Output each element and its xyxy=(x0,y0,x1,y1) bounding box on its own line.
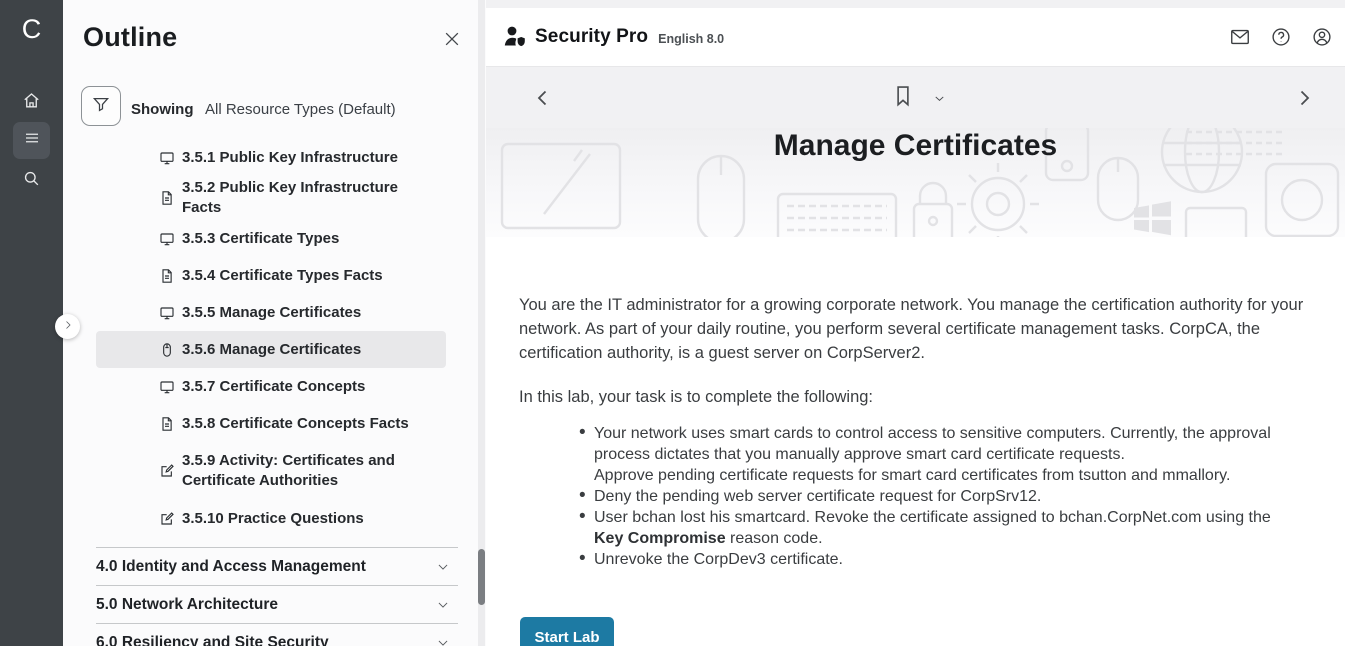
section-4-0[interactable]: 4.0 Identity and Access Management xyxy=(96,547,458,585)
mouse-icon xyxy=(159,342,175,358)
start-lab-button[interactable]: Start Lab xyxy=(520,617,614,646)
section-5-0[interactable]: 5.0 Network Architecture xyxy=(96,585,458,623)
search-button[interactable] xyxy=(13,162,50,199)
main-panel: Security Pro English 8.0 xyxy=(486,0,1345,646)
chevron-down-icon xyxy=(436,560,450,574)
bookmark-menu-button[interactable] xyxy=(932,91,947,111)
outline-item-label: 3.5.4 Certificate Types Facts xyxy=(182,266,383,286)
outline-item-label: 3.5.2 Public Key Infrastructure Facts xyxy=(182,178,438,218)
filter-showing-label: Showing xyxy=(131,101,194,118)
search-icon xyxy=(22,169,41,193)
help-icon[interactable] xyxy=(1270,26,1292,48)
chevron-right-icon xyxy=(62,318,74,336)
document-icon xyxy=(159,190,175,206)
mail-icon[interactable] xyxy=(1229,26,1251,48)
outline-item-3-5-4[interactable]: 3.5.4 Certificate Types Facts xyxy=(96,257,446,294)
brand-c-logo: C xyxy=(0,14,63,45)
task-text: Unrevoke the CorpDev3 certificate. xyxy=(594,551,843,568)
app-screen: C Outline Showin xyxy=(0,0,1345,646)
outline-item-3-5-9[interactable]: 3.5.9 Activity: Certificates and Certifi… xyxy=(96,442,446,500)
task-item: User bchan lost his smartcard. Revoke th… xyxy=(519,507,1289,549)
task-item: Unrevoke the CorpDev3 certificate. xyxy=(519,549,1289,570)
product-title: Security Pro xyxy=(535,26,648,48)
course-header: Security Pro English 8.0 xyxy=(486,8,1345,66)
home-icon xyxy=(22,91,41,115)
outline-panel: Outline Showing All Resource Types (Defa… xyxy=(63,0,486,646)
person-shield-icon xyxy=(502,24,528,50)
outline-menu-button[interactable] xyxy=(13,122,50,159)
outline-item-label: 3.5.8 Certificate Concepts Facts xyxy=(182,414,409,434)
task-text: Approve pending certificate requests for… xyxy=(594,467,1230,484)
filter-button[interactable] xyxy=(81,86,121,126)
bookmark-button[interactable] xyxy=(890,83,916,114)
left-rail: C xyxy=(0,0,63,646)
task-text: User bchan lost his smartcard. Revoke th… xyxy=(594,509,1271,526)
close-icon xyxy=(442,29,462,54)
outline-item-3-5-5[interactable]: 3.5.5 Manage Certificates xyxy=(96,294,446,331)
document-icon xyxy=(159,268,175,284)
outline-item-label: 3.5.1 Public Key Infrastructure xyxy=(182,148,398,168)
task-list: Your network uses smart cards to control… xyxy=(519,423,1289,570)
outline-item-label: 3.5.6 Manage Certificates xyxy=(182,340,361,360)
lesson-body: You are the IT administrator for a growi… xyxy=(486,237,1345,646)
outline-item-3-5-1[interactable]: 3.5.1 Public Key Infrastructure xyxy=(96,139,446,176)
task-text: reason code. xyxy=(726,530,823,547)
outline-item-3-5-3[interactable]: 3.5.3 Certificate Types xyxy=(96,220,446,257)
task-item: Your network uses smart cards to control… xyxy=(519,423,1289,486)
outline-item-3-5-7[interactable]: 3.5.7 Certificate Concepts xyxy=(96,368,446,405)
outline-item-list: 3.5.1 Public Key Infrastructure 3.5.2 Pu… xyxy=(96,139,446,537)
collapse-outline-handle[interactable] xyxy=(55,314,80,339)
menu-icon xyxy=(23,129,41,152)
section-6-0[interactable]: 6.0 Resiliency and Site Security xyxy=(96,623,458,646)
task-text: Deny the pending web server certificate … xyxy=(594,488,1041,505)
outline-title: Outline xyxy=(83,22,177,53)
monitor-icon xyxy=(159,231,175,247)
outline-item-label: 3.5.9 Activity: Certificates and Certifi… xyxy=(182,451,438,491)
header-actions xyxy=(1229,26,1333,48)
previous-lesson-button[interactable] xyxy=(531,86,555,115)
outline-item-label: 3.5.3 Certificate Types xyxy=(182,229,339,249)
task-text-bold: Key Compromise xyxy=(594,530,726,547)
home-button[interactable] xyxy=(13,84,50,121)
section-label: 5.0 Network Architecture xyxy=(96,596,278,614)
outline-item-3-5-2[interactable]: 3.5.2 Public Key Infrastructure Facts xyxy=(96,176,446,220)
profile-icon[interactable] xyxy=(1311,26,1333,48)
chevron-down-icon xyxy=(436,598,450,612)
outline-item-label: 3.5.7 Certificate Concepts xyxy=(182,377,365,397)
outline-item-3-5-10[interactable]: 3.5.10 Practice Questions xyxy=(96,500,446,537)
pencil-icon xyxy=(159,511,175,527)
lesson-banner: Manage Certificates xyxy=(486,128,1345,237)
section-label: 6.0 Resiliency and Site Security xyxy=(96,634,329,646)
chevron-right-icon xyxy=(1292,86,1316,110)
outline-item-label: 3.5.10 Practice Questions xyxy=(182,509,364,529)
chevron-down-icon xyxy=(436,636,450,646)
scenario-paragraph: You are the IT administrator for a growi… xyxy=(519,293,1311,365)
outline-item-3-5-8[interactable]: 3.5.8 Certificate Concepts Facts xyxy=(96,405,446,442)
outline-item-label: 3.5.5 Manage Certificates xyxy=(182,303,361,323)
monitor-icon xyxy=(159,379,175,395)
task-item: Deny the pending web server certificate … xyxy=(519,486,1289,507)
outline-section-list: 4.0 Identity and Access Management 5.0 N… xyxy=(96,547,458,646)
next-lesson-button[interactable] xyxy=(1292,86,1316,115)
chevron-left-icon xyxy=(531,86,555,110)
monitor-icon xyxy=(159,150,175,166)
filter-funnel-icon xyxy=(91,94,111,119)
close-outline-button[interactable] xyxy=(439,28,465,54)
lesson-nav-bar xyxy=(486,66,1345,128)
bookmark-icon xyxy=(890,83,916,109)
outline-item-3-5-6-selected[interactable]: 3.5.6 Manage Certificates xyxy=(96,331,446,368)
document-icon xyxy=(159,416,175,432)
task-intro-paragraph: In this lab, your task is to complete th… xyxy=(519,385,1311,409)
product-edition: English 8.0 xyxy=(658,32,724,46)
lesson-title: Manage Certificates xyxy=(486,128,1345,164)
filter-value: All Resource Types (Default) xyxy=(205,101,396,118)
monitor-icon xyxy=(159,305,175,321)
section-label: 4.0 Identity and Access Management xyxy=(96,558,366,576)
task-text: Your network uses smart cards to control… xyxy=(594,425,1271,463)
outline-scrollbar-thumb[interactable] xyxy=(478,549,485,605)
caret-down-icon xyxy=(932,91,947,106)
pencil-icon xyxy=(159,463,175,479)
